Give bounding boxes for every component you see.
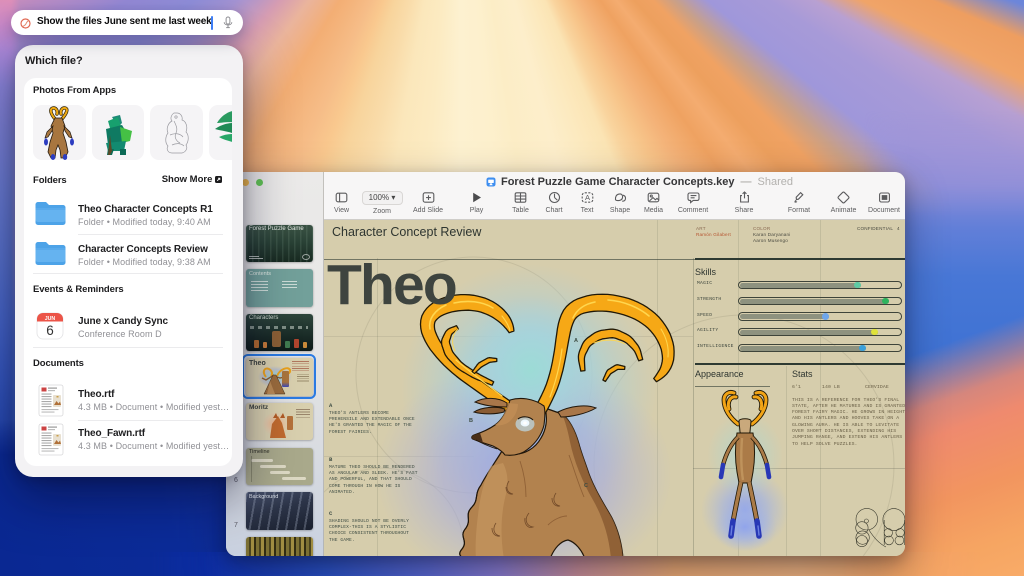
svg-text:JUN: JUN (45, 316, 56, 322)
svg-text:C: C (584, 483, 588, 489)
svg-text:A: A (584, 193, 589, 202)
svg-text:A: A (574, 338, 578, 344)
svg-text:B: B (469, 418, 473, 424)
svg-text:6: 6 (46, 323, 54, 338)
